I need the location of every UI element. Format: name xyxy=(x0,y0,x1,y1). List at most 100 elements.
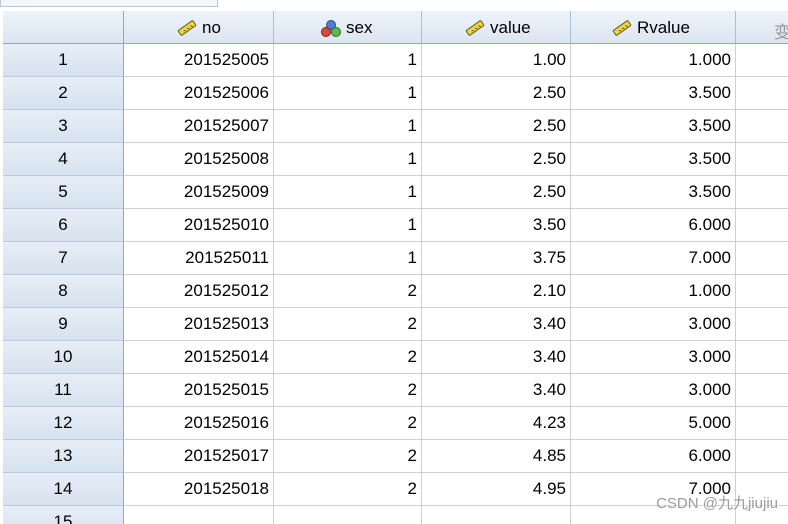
table-cell-no[interactable]: 201525016 xyxy=(124,407,274,440)
column-header-rvalue[interactable]: Rvalue xyxy=(571,11,736,44)
row-header[interactable]: 9 xyxy=(3,308,124,341)
table-cell-rvalue[interactable]: 3.000 xyxy=(571,308,736,341)
watermark: CSDN @九九jiujiu xyxy=(656,495,778,512)
row-header[interactable]: 11 xyxy=(3,374,124,407)
table-cell-rvalue[interactable]: 3.500 xyxy=(571,110,736,143)
table-cell-extra[interactable] xyxy=(736,176,788,209)
row-header[interactable]: 5 xyxy=(3,176,124,209)
column-header-label: 变 xyxy=(774,23,788,42)
table-cell-sex[interactable]: 1 xyxy=(274,176,422,209)
table-cell-value[interactable]: 2.50 xyxy=(422,110,571,143)
column-header-label: no xyxy=(202,18,221,37)
table-cell-value[interactable]: 3.40 xyxy=(422,308,571,341)
table-cell-value[interactable]: 2.10 xyxy=(422,275,571,308)
table-cell-extra[interactable] xyxy=(736,308,788,341)
table-cell-no[interactable]: 201525007 xyxy=(124,110,274,143)
table-cell-extra[interactable] xyxy=(736,407,788,440)
column-header-sex[interactable]: sex xyxy=(274,11,422,44)
table-cell-sex[interactable]: 1 xyxy=(274,143,422,176)
table-cell-value[interactable]: 4.85 xyxy=(422,440,571,473)
table-cell-sex[interactable]: 1 xyxy=(274,209,422,242)
table-cell-value[interactable]: 2.50 xyxy=(422,176,571,209)
column-header-variable[interactable]: 变 xyxy=(736,11,788,44)
cell-reference-box[interactable] xyxy=(0,0,218,7)
table-cell-rvalue[interactable]: 5.000 xyxy=(571,407,736,440)
data-grid[interactable]: no sex value Rvalue 变 1 201525005 1 1.00 1.000 2 20… xyxy=(3,11,788,524)
table-cell-no[interactable]: 201525005 xyxy=(124,44,274,77)
table-cell-value[interactable]: 3.50 xyxy=(422,209,571,242)
table-cell-value[interactable] xyxy=(422,506,571,524)
row-header[interactable]: 7 xyxy=(3,242,124,275)
table-cell-extra[interactable] xyxy=(736,209,788,242)
table-cell-rvalue[interactable]: 1.000 xyxy=(571,44,736,77)
column-header-no[interactable]: no xyxy=(124,11,274,44)
table-cell-sex[interactable]: 2 xyxy=(274,407,422,440)
row-header[interactable]: 6 xyxy=(3,209,124,242)
table-cell-no[interactable]: 201525011 xyxy=(124,242,274,275)
table-cell-value[interactable]: 2.50 xyxy=(422,143,571,176)
grid-corner[interactable] xyxy=(3,11,124,44)
column-header-label: sex xyxy=(346,18,373,37)
table-cell-sex[interactable]: 2 xyxy=(274,440,422,473)
table-cell-no[interactable]: 201525017 xyxy=(124,440,274,473)
table-cell-no[interactable]: 201525012 xyxy=(124,275,274,308)
table-cell-rvalue[interactable]: 6.000 xyxy=(571,440,736,473)
table-cell-no[interactable]: 201525009 xyxy=(124,176,274,209)
table-cell-value[interactable]: 2.50 xyxy=(422,77,571,110)
table-cell-rvalue[interactable]: 3.500 xyxy=(571,176,736,209)
column-header-label: Rvalue xyxy=(637,18,690,37)
table-cell-rvalue[interactable]: 3.500 xyxy=(571,77,736,110)
table-cell-extra[interactable] xyxy=(736,143,788,176)
table-cell-value[interactable]: 1.00 xyxy=(422,44,571,77)
table-cell-sex[interactable]: 1 xyxy=(274,110,422,143)
row-header[interactable]: 14 xyxy=(3,473,124,506)
table-cell-extra[interactable] xyxy=(736,110,788,143)
table-cell-sex[interactable]: 1 xyxy=(274,44,422,77)
table-cell-rvalue[interactable]: 6.000 xyxy=(571,209,736,242)
table-cell-no[interactable]: 201525006 xyxy=(124,77,274,110)
table-cell-sex[interactable] xyxy=(274,506,422,524)
table-cell-value[interactable]: 4.95 xyxy=(422,473,571,506)
table-cell-rvalue[interactable]: 3.000 xyxy=(571,341,736,374)
table-cell-sex[interactable]: 2 xyxy=(274,308,422,341)
table-cell-value[interactable]: 3.40 xyxy=(422,374,571,407)
table-cell-sex[interactable]: 2 xyxy=(274,341,422,374)
row-header[interactable]: 1 xyxy=(3,44,124,77)
table-cell-value[interactable]: 4.23 xyxy=(422,407,571,440)
table-cell-value[interactable]: 3.75 xyxy=(422,242,571,275)
table-cell-value[interactable]: 3.40 xyxy=(422,341,571,374)
table-cell-sex[interactable]: 1 xyxy=(274,77,422,110)
row-header[interactable]: 3 xyxy=(3,110,124,143)
row-header[interactable]: 8 xyxy=(3,275,124,308)
table-cell-extra[interactable] xyxy=(736,374,788,407)
table-cell-no[interactable]: 201525018 xyxy=(124,473,274,506)
table-cell-sex[interactable]: 2 xyxy=(274,275,422,308)
table-cell-no[interactable]: 201525014 xyxy=(124,341,274,374)
row-header[interactable]: 13 xyxy=(3,440,124,473)
row-header[interactable]: 10 xyxy=(3,341,124,374)
table-cell-sex[interactable]: 2 xyxy=(274,374,422,407)
table-cell-no[interactable]: 201525015 xyxy=(124,374,274,407)
table-cell-no[interactable]: 201525013 xyxy=(124,308,274,341)
column-header-value[interactable]: value xyxy=(422,11,571,44)
table-cell-rvalue[interactable]: 1.000 xyxy=(571,275,736,308)
table-cell-no[interactable] xyxy=(124,506,274,524)
table-cell-rvalue[interactable]: 7.000 xyxy=(571,242,736,275)
row-header[interactable]: 2 xyxy=(3,77,124,110)
table-cell-rvalue[interactable]: 3.000 xyxy=(571,374,736,407)
table-cell-extra[interactable] xyxy=(736,77,788,110)
table-cell-sex[interactable]: 1 xyxy=(274,242,422,275)
row-header[interactable]: 4 xyxy=(3,143,124,176)
row-header[interactable]: 15 xyxy=(3,506,124,524)
column-header-label: value xyxy=(490,18,531,37)
table-cell-extra[interactable] xyxy=(736,440,788,473)
table-cell-extra[interactable] xyxy=(736,341,788,374)
table-cell-extra[interactable] xyxy=(736,275,788,308)
table-cell-sex[interactable]: 2 xyxy=(274,473,422,506)
table-cell-no[interactable]: 201525010 xyxy=(124,209,274,242)
table-cell-extra[interactable] xyxy=(736,242,788,275)
table-cell-extra[interactable] xyxy=(736,44,788,77)
table-cell-rvalue[interactable]: 3.500 xyxy=(571,143,736,176)
row-header[interactable]: 12 xyxy=(3,407,124,440)
table-cell-no[interactable]: 201525008 xyxy=(124,143,274,176)
